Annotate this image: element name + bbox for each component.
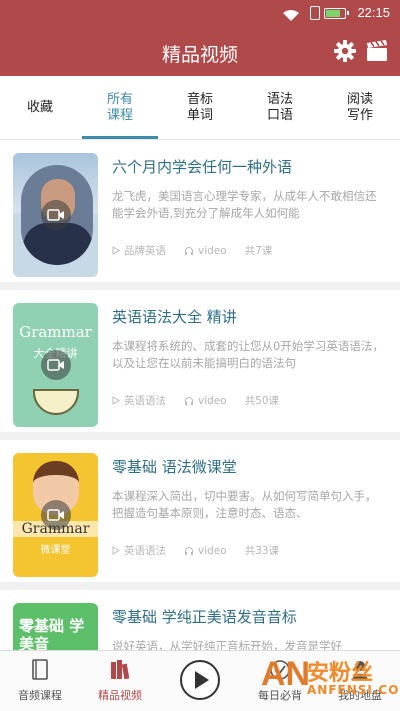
- watermark-logo: AN: [261, 655, 311, 693]
- tab-grammar-speaking[interactable]: 语法 口语: [240, 76, 320, 139]
- course-card[interactable]: 六个月内学会任何一种外语 龙飞虎，美国语言心理学专家，从成年人不敢相信还能学会外…: [0, 140, 400, 290]
- tab-favorites[interactable]: 收藏: [0, 76, 80, 139]
- tab-phonetics-vocabulary[interactable]: 音标 单词: [160, 76, 240, 139]
- nav-audio-courses[interactable]: 音频课程: [0, 651, 80, 711]
- video-camera-icon: [40, 500, 71, 530]
- course-list: 六个月内学会任何一种外语 龙飞虎，美国语言心理学专家，从成年人不敢相信还能学会外…: [0, 140, 400, 650]
- headphones-icon: [185, 396, 193, 405]
- video-camera-icon: [40, 200, 71, 230]
- headphones-icon: [185, 546, 193, 555]
- course-media-type: video: [198, 544, 227, 557]
- play-small-icon: [112, 246, 120, 255]
- lesson-count: 共33课: [244, 545, 280, 557]
- course-title: 六个月内学会任何一种外语: [112, 158, 293, 176]
- course-thumbnail: Grammar 大全精讲: [13, 303, 98, 427]
- course-card[interactable]: Grammar 微课堂 零基础 语法微课堂 本课程深入简出，切中要害。从如何写简…: [0, 440, 400, 590]
- course-meta: 品牌英语 video 共7课: [112, 243, 390, 258]
- bottom-nav: 音频课程 精品视频 每日必背 我的地盘 AN 安粉丝 ANFENSI.COM: [0, 650, 400, 711]
- course-media-type: video: [198, 394, 227, 407]
- battery-icon: [324, 8, 349, 19]
- headphones-icon: [185, 246, 193, 255]
- nav-play[interactable]: [160, 651, 240, 711]
- course-category: 英语语法: [124, 395, 166, 407]
- nav-premium-videos[interactable]: 精品视频: [80, 651, 160, 711]
- course-description: 说好英语，从学好纯正音标开始，发音是学好: [112, 639, 342, 650]
- course-description: 本课程将系统的、成套的让您从0开始学习英语语法，以及让您在以前未能搞明白的语法句: [112, 339, 384, 370]
- books-icon: [109, 659, 131, 684]
- wifi-icon: [282, 7, 300, 26]
- video-camera-icon: [40, 350, 71, 380]
- site-watermark: AN 安粉丝 ANFENSI.COM: [261, 653, 400, 705]
- course-description: 龙飞虎，美国语言心理学专家，从成年人不敢相信还能学会外语,到充分了解成年人如何能: [112, 189, 377, 220]
- lesson-count: 共50课: [244, 395, 280, 407]
- course-title: 零基础 学纯正美语发音音标: [112, 608, 297, 626]
- course-description: 本课程深入简出，切中要害。从如何写简单句入手，把握造句基本原则，注意时态、语态、: [112, 489, 377, 520]
- tab-all-courses[interactable]: 所有 课程: [80, 76, 160, 139]
- clapperboard-icon[interactable]: [366, 40, 388, 66]
- category-tabs: 收藏 所有 课程 音标 单词 语法 口语 阅读 写作: [0, 76, 400, 140]
- course-meta: 英语语法 video 共33课: [112, 543, 390, 558]
- lesson-count: 共7课: [244, 245, 273, 257]
- course-card[interactable]: 零基础 学美音 零基础 学纯正美语发音音标 说好英语，从学好纯正音标开始，发音是…: [0, 590, 400, 650]
- play-icon: [179, 659, 221, 704]
- course-category: 英语语法: [124, 545, 166, 557]
- course-title: 英语语法大全 精讲: [112, 308, 237, 326]
- course-category: 品牌英语: [124, 245, 166, 257]
- course-thumbnail: 零基础 学美音: [13, 603, 98, 650]
- status-bar: 22:15: [0, 0, 400, 28]
- watermark-url: ANFENSI.COM: [307, 683, 400, 697]
- gear-icon[interactable]: [334, 40, 356, 66]
- course-card[interactable]: Grammar 大全精讲 英语语法大全 精讲 本课程将系统的、成套的让您从0开始…: [0, 290, 400, 440]
- course-thumbnail: [13, 153, 98, 277]
- course-media-type: video: [198, 244, 227, 257]
- book-icon: [31, 659, 49, 684]
- play-small-icon: [112, 546, 120, 555]
- course-meta: 英语语法 video 共50课: [112, 393, 390, 408]
- app-header: 精品视频: [0, 28, 400, 76]
- course-thumbnail: Grammar 微课堂: [13, 453, 98, 577]
- sim-icon: [310, 6, 320, 20]
- play-small-icon: [112, 396, 120, 405]
- status-time: 22:15: [357, 5, 390, 20]
- tab-reading-writing[interactable]: 阅读 写作: [320, 76, 400, 139]
- course-title: 零基础 语法微课堂: [112, 458, 237, 476]
